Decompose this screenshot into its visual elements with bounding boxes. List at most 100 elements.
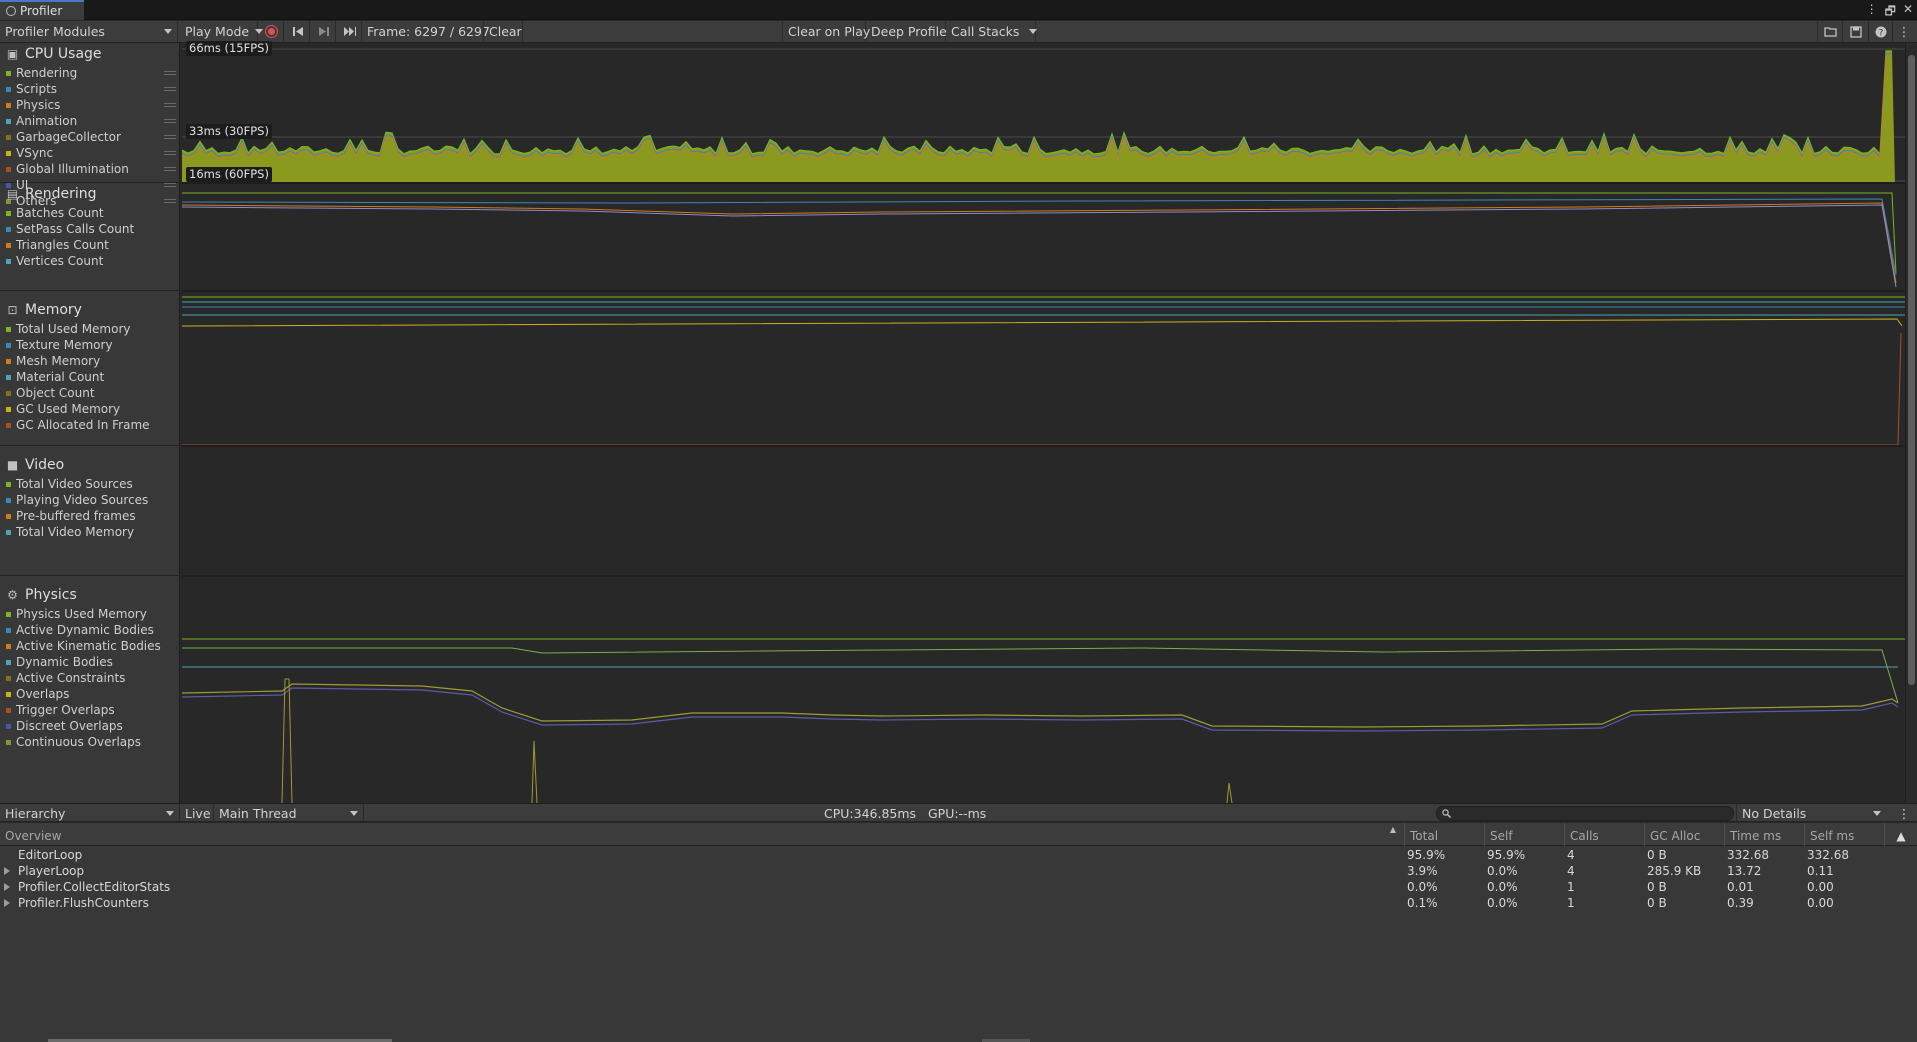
- legend-item[interactable]: Playing Video Sources: [0, 492, 180, 508]
- row-name: Profiler.FlushCounters: [18, 896, 149, 910]
- legend-swatch: [6, 422, 11, 428]
- legend-item[interactable]: Rendering: [0, 65, 180, 81]
- profiler-modules-dropdown[interactable]: Profiler Modules: [0, 21, 178, 42]
- legend-item[interactable]: Active Dynamic Bodies: [0, 622, 180, 638]
- deep-profile-toggle[interactable]: Deep Profile: [866, 21, 947, 42]
- legend-swatch: [6, 659, 11, 665]
- view-mode-dropdown[interactable]: Hierarchy: [0, 804, 180, 822]
- column-header-self[interactable]: Self: [1484, 823, 1564, 846]
- legend-item[interactable]: Global Illumination: [0, 161, 180, 177]
- reorder-handle-icon[interactable]: [164, 151, 176, 155]
- reorder-handle-icon[interactable]: [164, 87, 176, 91]
- legend-item[interactable]: Triangles Count: [0, 237, 180, 253]
- target-label: Play Mode: [185, 24, 250, 39]
- record-button[interactable]: [260, 21, 284, 42]
- cpu-usage-chart: [182, 48, 1905, 183]
- previous-frame-button[interactable]: [286, 21, 310, 42]
- table-row[interactable]: Profiler.FlushCounters 0.1% 0.0% 1 0 B 0.39 0.…: [0, 895, 1917, 911]
- legend-item[interactable]: Overlaps: [0, 686, 180, 702]
- charts-scrollbar[interactable]: [1905, 43, 1917, 803]
- module-physics[interactable]: ⚙ Physics Physics Used Memory Active Dyna…: [0, 576, 180, 803]
- chevron-down-icon: [166, 810, 174, 816]
- reorder-handle-icon[interactable]: [164, 103, 176, 107]
- legend-item[interactable]: Object Count: [0, 385, 180, 401]
- legend-item[interactable]: Physics Used Memory: [0, 606, 180, 622]
- reorder-handle-icon[interactable]: [164, 119, 176, 123]
- legend-item[interactable]: Pre-buffered frames: [0, 508, 180, 524]
- legend-item[interactable]: Vertices Count: [0, 253, 180, 269]
- module-legend: Physics Used Memory Active Dynamic Bodies…: [0, 606, 180, 750]
- legend-item[interactable]: Physics: [0, 97, 180, 113]
- table-row[interactable]: PlayerLoop 3.9% 0.0% 4 285.9 KB 13.72 0.11: [0, 863, 1917, 879]
- legend-swatch: [6, 226, 11, 232]
- details-more-button[interactable]: ⋮: [1893, 804, 1915, 822]
- table-row[interactable]: EditorLoop 95.9% 95.9% 4 0 B 332.68 332.68: [0, 847, 1917, 863]
- clear-button[interactable]: Clear: [483, 21, 523, 42]
- legend-item[interactable]: Total Video Memory: [0, 524, 180, 540]
- legend-item[interactable]: Mesh Memory: [0, 353, 180, 369]
- module-cpu-usage[interactable]: ▣ CPU Usage Rendering Scripts Physics Anima…: [0, 43, 180, 208]
- charts-scrollbar-thumb[interactable]: [1908, 55, 1915, 685]
- legend-swatch: [6, 102, 11, 108]
- legend-label: Batches Count: [16, 206, 104, 220]
- target-dropdown[interactable]: Play Mode: [180, 21, 264, 42]
- window-menu-icon[interactable]: ⋮: [1866, 2, 1878, 23]
- search-input[interactable]: [1436, 806, 1734, 821]
- more-options-button[interactable]: ⋮: [1893, 21, 1915, 42]
- legend-item[interactable]: Batches Count: [0, 205, 180, 221]
- details-dropdown[interactable]: No Details: [1736, 804, 1886, 822]
- expand-arrow-icon[interactable]: [4, 899, 10, 907]
- reorder-handle-icon[interactable]: [164, 167, 176, 171]
- legend-item[interactable]: VSync: [0, 145, 180, 161]
- clear-label: Clear: [489, 24, 522, 39]
- close-icon[interactable]: ✕: [1903, 2, 1913, 23]
- module-video[interactable]: ■ Video Total Video Sources Playing Video…: [0, 446, 180, 576]
- legend-item[interactable]: Total Video Sources: [0, 476, 180, 492]
- legend-item[interactable]: Continuous Overlaps: [0, 734, 180, 750]
- expand-arrow-icon[interactable]: [4, 867, 10, 875]
- column-header-calls[interactable]: Calls: [1564, 823, 1644, 846]
- live-toggle[interactable]: Live: [180, 804, 214, 822]
- legend-item[interactable]: Total Used Memory: [0, 321, 180, 337]
- load-button[interactable]: [1817, 21, 1843, 42]
- thread-dropdown[interactable]: Main Thread: [214, 804, 364, 822]
- save-button[interactable]: [1843, 21, 1869, 42]
- hierarchy-table: Overview ▲ Total Self Calls GC Alloc Tim…: [0, 823, 1917, 1042]
- legend-item[interactable]: GC Allocated In Frame: [0, 417, 180, 433]
- row-name: PlayerLoop: [18, 864, 85, 878]
- legend-item[interactable]: Active Constraints: [0, 670, 180, 686]
- column-header-time-ms[interactable]: Time ms: [1724, 823, 1804, 846]
- profiler-charts-area[interactable]: 66ms (15FPS) 33ms (30FPS) 16ms (60FPS): [182, 41, 1905, 803]
- column-header-self-ms[interactable]: Self ms: [1804, 823, 1884, 846]
- module-memory[interactable]: ⊡ Memory Total Used Memory Texture Memory…: [0, 291, 180, 446]
- legend-item[interactable]: Discreet Overlaps: [0, 718, 180, 734]
- column-header-gc-alloc[interactable]: GC Alloc: [1644, 823, 1724, 846]
- column-header-overview[interactable]: Overview ▲: [0, 823, 1404, 846]
- profiler-window-tab[interactable]: Profiler: [0, 0, 84, 20]
- current-frame-button[interactable]: [338, 21, 362, 42]
- legend-item[interactable]: GC Used Memory: [0, 401, 180, 417]
- next-frame-button[interactable]: [312, 21, 336, 42]
- help-button[interactable]: ?: [1869, 21, 1893, 42]
- cell-total: 3.9%: [1407, 864, 1438, 878]
- legend-item[interactable]: Dynamic Bodies: [0, 654, 180, 670]
- table-row[interactable]: Profiler.CollectEditorStats 0.0% 0.0% 1 0 B 0…: [0, 879, 1917, 895]
- legend-item[interactable]: SetPass Calls Count: [0, 221, 180, 237]
- legend-item[interactable]: Scripts: [0, 81, 180, 97]
- legend-label: GC Allocated In Frame: [16, 418, 150, 432]
- legend-item[interactable]: Texture Memory: [0, 337, 180, 353]
- reorder-handle-icon[interactable]: [164, 71, 176, 75]
- column-header-total[interactable]: Total: [1404, 823, 1484, 846]
- call-stacks-dropdown[interactable]: Call Stacks: [946, 21, 1038, 42]
- legend-item[interactable]: GarbageCollector: [0, 129, 180, 145]
- legend-item[interactable]: Material Count: [0, 369, 180, 385]
- legend-item[interactable]: Trigger Overlaps: [0, 702, 180, 718]
- expand-arrow-icon[interactable]: [4, 883, 10, 891]
- maximize-icon[interactable]: 🗗: [1885, 2, 1896, 23]
- legend-item[interactable]: Animation: [0, 113, 180, 129]
- reorder-handle-icon[interactable]: [164, 135, 176, 139]
- legend-item[interactable]: Active Kinematic Bodies: [0, 638, 180, 654]
- module-rendering[interactable]: ▤ Rendering Batches Count SetPass Calls C…: [0, 183, 180, 291]
- column-options-button[interactable]: ▲: [1884, 823, 1917, 846]
- clear-on-play-toggle[interactable]: Clear on Play: [782, 21, 870, 42]
